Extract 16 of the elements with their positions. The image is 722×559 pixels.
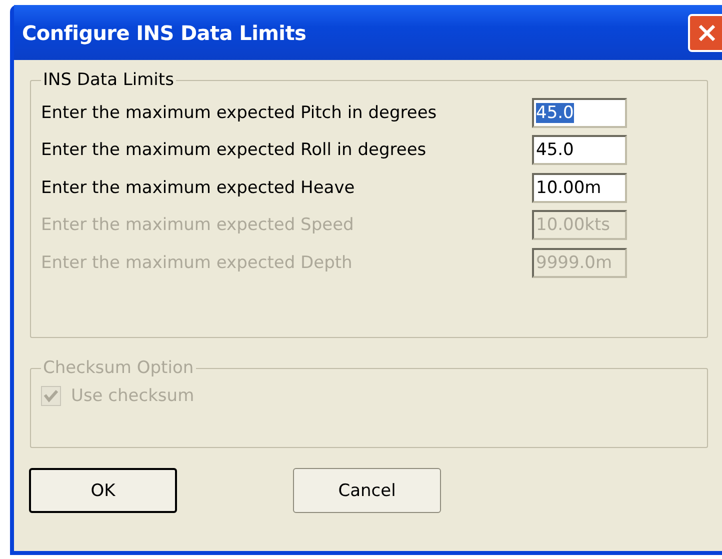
input-field[interactable]: 45.0 — [532, 135, 627, 166]
ok-button[interactable]: OK — [29, 468, 177, 513]
field-label: Enter the maximum expected Heave — [41, 178, 355, 198]
group-title: INS Data Limits — [42, 70, 175, 90]
close-icon — [697, 22, 717, 42]
field-label: Enter the maximum expected Speed — [41, 215, 354, 236]
group-title: Checksum Option — [42, 358, 195, 378]
input-field[interactable]: 45.0 — [532, 98, 627, 128]
checkbox-label: Use checksum — [71, 386, 194, 406]
field-label: Enter the maximum expected Depth — [41, 252, 352, 273]
field-label: Enter the maximum expected Roll in degrees — [41, 140, 426, 160]
window-title: Configure INS Data Limits — [22, 20, 306, 44]
field-label: Enter the maximum expected Pitch in degrees — [41, 102, 437, 123]
cancel-button[interactable]: Cancel — [293, 468, 441, 513]
input-field[interactable]: 10.00m — [532, 172, 627, 203]
close-button[interactable] — [688, 14, 722, 52]
